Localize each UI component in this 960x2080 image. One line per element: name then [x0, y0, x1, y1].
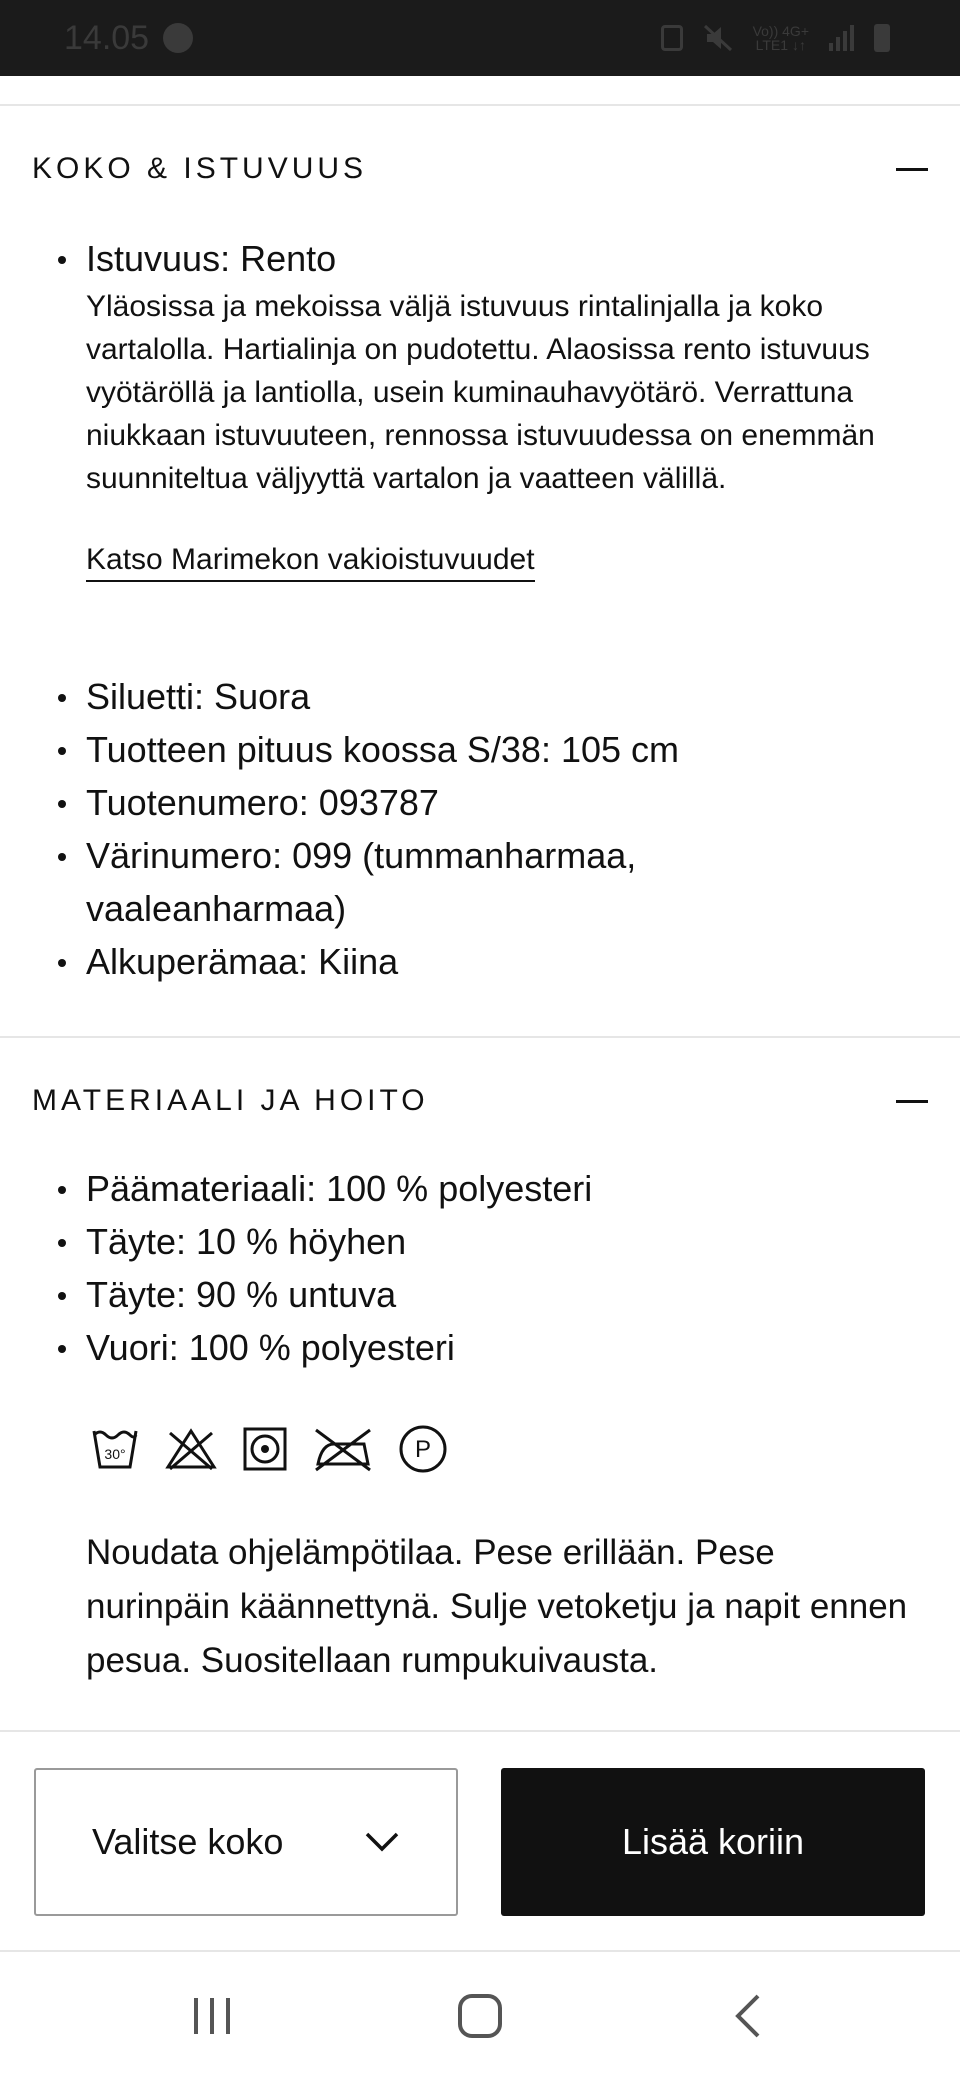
care-instructions: Noudata ohjelämpötilaa. Pese erillään. P… — [86, 1533, 908, 1680]
fit-section-header[interactable]: KOKO & ISTUVUUS — [32, 152, 928, 186]
collapse-icon[interactable] — [896, 1085, 928, 1117]
list-item: Värinumero: 099 (tummanharmaa, vaaleanha… — [58, 829, 758, 935]
standard-fits-link[interactable]: Katso Marimekon vakioistuvuudet — [86, 540, 535, 582]
status-bar: 14.05 Vo)) 4G+ LTE1 ↓↑ — [0, 0, 960, 76]
details-list: Siluetti: Suora Tuotteen pituus koossa S… — [58, 670, 918, 988]
network-sub: LTE1 ↓↑ — [755, 37, 806, 53]
divider — [0, 104, 960, 106]
add-to-cart-button[interactable]: Lisää koriin — [501, 1768, 925, 1916]
chevron-down-icon — [365, 1832, 399, 1852]
fit-list: Istuvuus: Rento Yläosissa ja mekoissa vä… — [58, 232, 918, 583]
material-section-header[interactable]: MATERIAALI JA HOITO — [32, 1084, 928, 1118]
dry-clean-letter: P — [415, 1436, 431, 1463]
divider — [0, 1036, 960, 1038]
back-icon[interactable] — [732, 1992, 762, 2040]
list-item: Päämateriaali: 100 % polyesteri — [58, 1162, 918, 1215]
bottom-action-bar: Valitse koko Lisää koriin — [0, 1730, 960, 1952]
notification-icon — [163, 23, 194, 53]
section-title: KOKO & ISTUVUUS — [32, 152, 368, 185]
section-title: MATERIAALI JA HOITO — [32, 1084, 429, 1117]
battery-icon — [874, 24, 890, 52]
network-label: Vo)) 4G+ LTE1 ↓↑ — [753, 24, 809, 52]
list-item: Täyte: 90 % untuva — [58, 1268, 918, 1321]
no-bleach-icon — [165, 1428, 217, 1471]
fit-label: Istuvuus: Rento — [86, 238, 337, 279]
no-iron-icon — [315, 1428, 371, 1472]
wash-temp-label: 30° — [104, 1446, 125, 1462]
wash-30-icon: 30° — [92, 1430, 138, 1469]
fit-description: Yläosissa ja mekoissa väljä istuvuus rin… — [86, 290, 875, 495]
list-item: Vuori: 100 % polyesteri — [58, 1321, 918, 1374]
alarm-icon — [660, 25, 683, 51]
status-time: 14.05 — [64, 18, 150, 57]
mute-icon — [703, 24, 732, 52]
list-item: Siluetti: Suora — [58, 670, 918, 723]
list-item: Tuotteen pituus koossa S/38: 105 cm — [58, 723, 918, 776]
navigation-bar — [0, 1952, 960, 2080]
signal-icon — [829, 25, 854, 51]
network-type: Vo)) 4G+ — [752, 23, 809, 39]
list-item: Täyte: 10 % höyhen — [58, 1215, 918, 1268]
recent-apps-icon[interactable] — [190, 1994, 234, 2038]
dry-clean-p-icon: P — [399, 1425, 447, 1473]
care-icons: 30° P — [90, 1424, 448, 1474]
list-item: Istuvuus: Rento Yläosissa ja mekoissa vä… — [58, 232, 918, 583]
list-item: Alkuperämaa: Kiina — [58, 935, 918, 988]
home-icon[interactable] — [456, 1992, 504, 2040]
tumble-dry-icon — [243, 1427, 287, 1471]
materials-list: Päämateriaali: 100 % polyesteri Täyte: 1… — [58, 1162, 918, 1374]
collapse-icon[interactable] — [896, 153, 928, 185]
size-select[interactable]: Valitse koko — [34, 1768, 458, 1916]
size-select-label: Valitse koko — [92, 1821, 284, 1862]
list-item: Tuotenumero: 093787 — [58, 776, 918, 829]
